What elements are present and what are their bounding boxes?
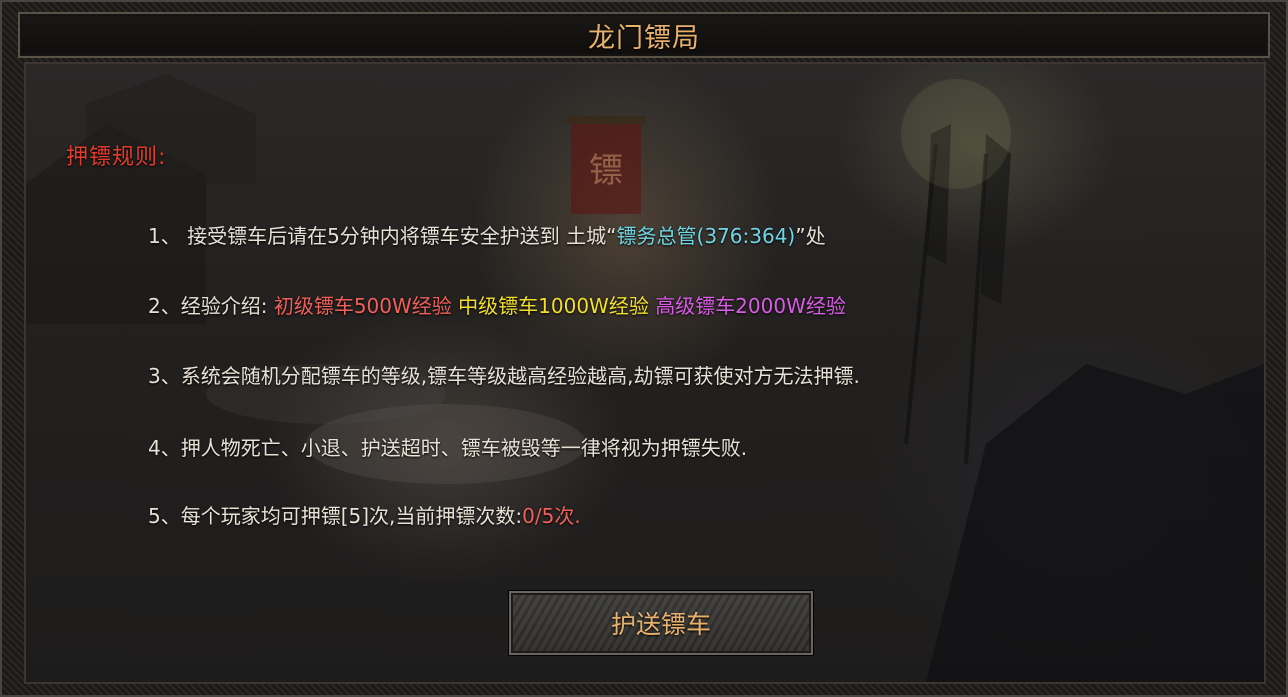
rule-2-text: 2、经验介绍:	[148, 294, 268, 318]
escort-cart-button[interactable]: 护送镖车	[509, 591, 813, 655]
rule-1-suffix: ”处	[795, 224, 826, 248]
tier-3-exp: 高级镖车2000W经验	[655, 294, 846, 318]
rule-5-text: 5、每个玩家均可押镖[5]次,当前押镖次数:	[148, 504, 523, 528]
rule-2: 2、经验介绍: 初级镖车500W经验 中级镖车1000W经验 高级镖车2000W…	[148, 290, 846, 319]
title-bar: 龙门镖局	[18, 12, 1270, 58]
rule-1-text: 1、 接受镖车后请在5分钟内将镖车安全护送到 土城“	[148, 224, 617, 248]
banner-glyph: 镖	[589, 151, 623, 191]
rule-4: 4、押人物死亡、小退、护送超时、镖车被毁等一律将视为押镖失败.	[148, 436, 748, 460]
window-title: 龙门镖局	[588, 22, 700, 54]
dialog-frame: 龙门镖局 镖 押镖规则: 1、 接受镖车后请在5分钟内将镖车安全护送到 土城“镖…	[0, 0, 1288, 697]
rules-heading: 押镖规则:	[66, 145, 167, 170]
rule-5: 5、每个玩家均可押镖[5]次,当前押镖次数:0/5次.	[148, 500, 581, 529]
rule-1: 1、 接受镖车后请在5分钟内将镖车安全护送到 土城“镖务总管(376:364)”…	[148, 220, 826, 249]
tier-2-exp: 中级镖车1000W经验	[458, 294, 649, 318]
tier-1-exp: 初级镖车500W经验	[273, 294, 452, 318]
npc-link[interactable]: 镖务总管(376:364)	[617, 224, 796, 248]
escort-cart-button-label: 护送镖车	[610, 610, 711, 639]
escort-count: 0/5次.	[522, 504, 581, 528]
content-panel: 镖 押镖规则: 1、 接受镖车后请在5分钟内将镖车安全护送到 土城“镖务总管(3…	[24, 62, 1266, 684]
rule-3: 3、系统会随机分配镖车的等级,镖车等级越高经验越高,劫镖可获使对方无法押镖.	[148, 364, 860, 388]
